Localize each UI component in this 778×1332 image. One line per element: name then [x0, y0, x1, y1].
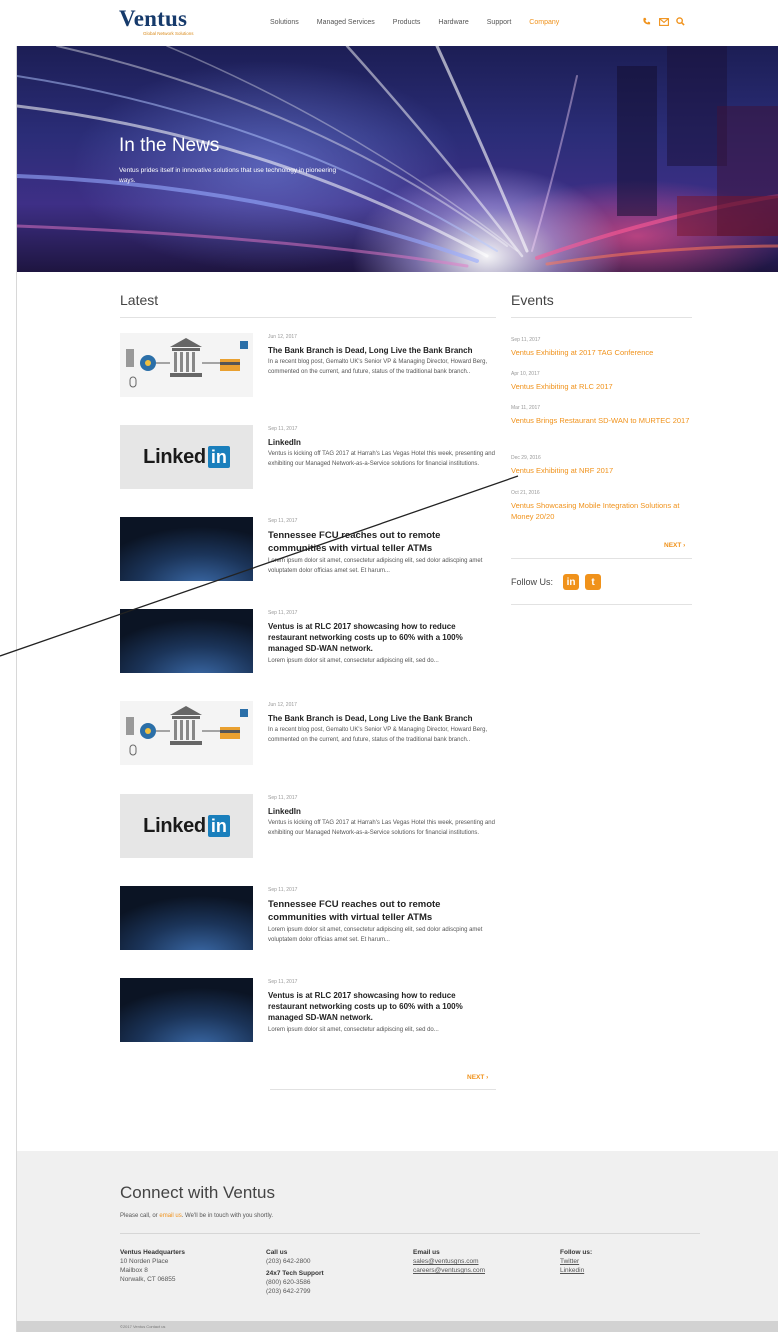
hq-line: Mailbox 8: [120, 1267, 148, 1274]
connect-footer: Connect with Ventus Please call, or emai…: [17, 1151, 778, 1321]
support-number[interactable]: (800) 620-3586: [266, 1278, 324, 1287]
hq-column: Ventus Headquarters 10 Norden Place Mail…: [120, 1248, 185, 1284]
annotation-line: [0, 475, 519, 657]
careers-email-link[interactable]: careers@ventusgns.com: [413, 1266, 485, 1275]
sales-email-link[interactable]: sales@ventusgns.com: [413, 1257, 485, 1266]
call-column: Call us (203) 642-2800 24x7 Tech Support…: [266, 1248, 324, 1296]
call-number[interactable]: (203) 642-2800: [266, 1257, 324, 1266]
follow-heading: Follow us:: [560, 1249, 593, 1256]
hq-line: Norwalk, CT 06855: [120, 1276, 176, 1283]
support-heading: 24x7 Tech Support: [266, 1270, 324, 1277]
connect-title: Connect with Ventus: [120, 1183, 275, 1202]
email-column: Email us sales@ventusgns.com careers@ven…: [413, 1248, 485, 1275]
intro-text-before: Please call, or: [120, 1213, 160, 1219]
support-number[interactable]: (203) 642-2799: [266, 1287, 324, 1296]
bottom-bar: ©2017 Ventus Contact us: [17, 1321, 778, 1332]
intro-text-after: . We'll be in touch with you shortly.: [181, 1213, 274, 1219]
twitter-link[interactable]: Twitter: [560, 1257, 592, 1266]
call-heading: Call us: [266, 1249, 288, 1256]
email-us-link[interactable]: email us: [159, 1213, 181, 1219]
hq-line: 10 Norden Place: [120, 1258, 169, 1265]
footer-rule: [120, 1233, 700, 1234]
hq-heading: Ventus Headquarters: [120, 1249, 186, 1256]
email-heading: Email us: [413, 1249, 440, 1256]
connect-intro: Please call, or email us. We'll be in to…: [120, 1213, 273, 1219]
linkedin-link[interactable]: Linkedin: [560, 1266, 592, 1275]
follow-column: Follow us: Twitter Linkedin: [560, 1248, 592, 1275]
copyright: ©2017 Ventus Contact us: [120, 1324, 166, 1329]
